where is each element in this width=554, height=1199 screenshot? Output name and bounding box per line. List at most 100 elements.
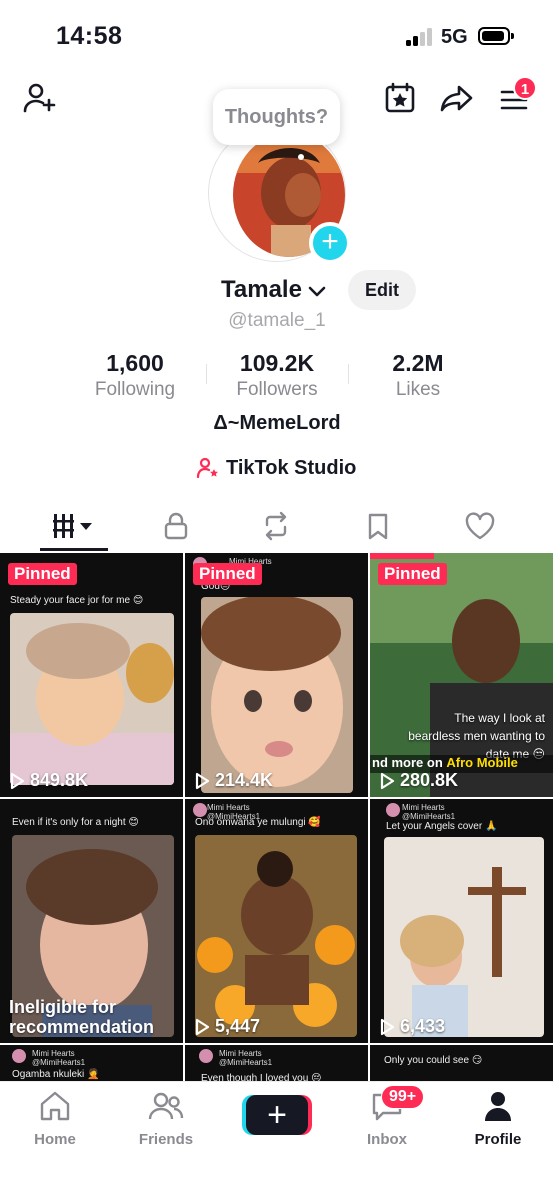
video-caption: Let your Angels cover 🙏	[386, 821, 498, 832]
followers-label: Followers	[236, 379, 318, 400]
view-count: 214.4K	[193, 770, 273, 791]
heart-icon	[465, 512, 495, 540]
video-caption: Ogamba nkuleki 🤦	[12, 1069, 100, 1080]
stat-followers[interactable]: 109.2K Followers	[222, 350, 332, 401]
battery-icon	[478, 27, 514, 45]
video-image	[195, 835, 357, 1037]
username: @tamale_1	[228, 310, 326, 331]
mini-username: Mimi Hearts @MimiHearts1	[219, 1049, 273, 1067]
bio: Δ~MemeLord	[213, 412, 341, 434]
video-caption: Ono omwana ye mulungi 🥰	[195, 817, 321, 828]
edit-profile-button[interactable]: Edit	[348, 270, 416, 310]
status-bar: 14:58 5G	[0, 0, 554, 72]
mini-avatar	[193, 803, 207, 817]
view-count-text: 849.8K	[30, 770, 89, 790]
stat-divider	[348, 364, 349, 384]
profile-icon	[485, 1092, 511, 1121]
pinned-badge: Pinned	[193, 563, 262, 585]
view-count: 280.8K	[378, 770, 458, 791]
display-name[interactable]: Tamale	[221, 276, 302, 304]
pinned-badge: Pinned	[378, 563, 447, 585]
view-count: 6,433	[378, 1016, 445, 1037]
video-thumbnail[interactable]: Pinned The way I look at beardless men w…	[370, 553, 553, 797]
thoughts-bubble[interactable]: Thoughts?	[213, 89, 340, 145]
mini-avatar	[386, 803, 400, 817]
repost-icon	[265, 511, 287, 541]
following-count: 1,600	[106, 350, 164, 376]
video-thumbnail[interactable]: Mimi Hearts God😔 Pinned 214.4K	[185, 553, 368, 797]
stat-divider	[206, 364, 207, 384]
view-count-text: 5,447	[215, 1016, 261, 1036]
play-icon	[380, 1018, 395, 1035]
profile-tabs	[0, 502, 554, 552]
nav-friends-label: Friends	[138, 1131, 194, 1148]
bottom-nav: Home Friends + Inbox 99+ Profile	[0, 1081, 554, 1199]
play-icon	[195, 1018, 210, 1035]
stat-likes[interactable]: 2.2M Likes	[372, 350, 464, 401]
overlay-line: The way I look at	[454, 711, 545, 725]
nav-friends[interactable]: Friends	[121, 1090, 211, 1148]
mini-avatar	[12, 1049, 26, 1063]
inbox-badge: 99+	[381, 1085, 425, 1109]
likes-count: 2.2M	[392, 350, 444, 376]
mini-username: Mimi Hearts @MimiHearts1	[402, 803, 456, 821]
chevron-down-icon[interactable]	[306, 281, 328, 301]
status-time: 14:58	[56, 22, 123, 50]
studio-icon	[196, 457, 218, 479]
ticker-text: nd more on	[372, 755, 447, 770]
video-image	[384, 837, 544, 1037]
video-thumbnail[interactable]: Mimi Hearts @MimiHearts1 Let your Angels …	[370, 799, 553, 1043]
create-button[interactable]: +	[246, 1095, 308, 1135]
studio-label: TikTok Studio	[226, 456, 357, 479]
menu-notification-badge: 1	[513, 76, 537, 100]
video-thumbnail[interactable]: Even if it's only for a night 😊 Ineligib…	[0, 799, 183, 1043]
followers-count: 109.2K	[239, 350, 315, 376]
mini-avatar	[199, 1049, 213, 1063]
play-icon	[10, 772, 25, 789]
play-icon	[380, 772, 395, 789]
view-count-text: 214.4K	[215, 770, 274, 790]
video-caption: Only you could see 😏	[384, 1055, 483, 1066]
nav-profile-label: Profile	[474, 1131, 522, 1148]
lock-icon	[164, 512, 188, 540]
view-count: 5,447	[193, 1016, 260, 1037]
video-caption: Steady your face jor for me 😊	[10, 595, 144, 606]
calendar-star-icon	[385, 82, 415, 113]
tab-reposts[interactable]	[236, 502, 316, 550]
stat-following[interactable]: 1,600 Following	[82, 350, 188, 401]
following-label: Following	[94, 379, 176, 400]
nav-home-label: Home	[34, 1131, 76, 1148]
tab-videos[interactable]	[34, 502, 114, 550]
video-caption: Even if it's only for a night 😊	[12, 817, 139, 828]
view-count-text: 280.8K	[400, 770, 459, 790]
nav-home[interactable]: Home	[10, 1090, 100, 1148]
add-story-button[interactable]: +	[309, 222, 351, 264]
tab-private[interactable]	[136, 502, 216, 550]
view-count-text: 6,433	[400, 1016, 446, 1036]
video-thumbnail[interactable]: Mimi Hearts @MimiHearts1 Ono omwana ye mu…	[185, 799, 368, 1043]
calendar-button[interactable]	[380, 78, 420, 118]
nav-profile[interactable]: Profile	[453, 1090, 543, 1148]
person-add-icon	[23, 83, 56, 113]
video-thumbnail[interactable]: Only you could see 😏	[370, 1045, 553, 1085]
likes-label: Likes	[395, 379, 441, 400]
video-thumbnail[interactable]: Mimi Hearts @MimiHearts1 Even though I lo…	[185, 1045, 368, 1085]
add-friend-button[interactable]	[20, 78, 60, 118]
video-thumbnail[interactable]: Steady your face jor for me 😊 Pinned 849…	[0, 553, 183, 797]
tab-saved[interactable]	[338, 502, 418, 550]
share-icon	[440, 85, 473, 112]
overlay-line: beardless men wanting to	[408, 729, 545, 743]
video-image	[201, 597, 353, 793]
ineligible-notice: Ineligible for recommendation	[9, 997, 155, 1037]
video-image	[10, 613, 174, 785]
play-icon	[195, 772, 210, 789]
tiktok-studio-link[interactable]: TikTok Studio	[196, 456, 356, 480]
friends-icon	[148, 1092, 184, 1120]
grid-icon	[53, 514, 92, 538]
video-thumbnail[interactable]: Mimi Hearts @MimiHearts1 Ogamba nkuleki 🤦	[0, 1045, 183, 1085]
share-button[interactable]	[437, 78, 477, 118]
nav-inbox-label: Inbox	[367, 1131, 407, 1148]
home-icon	[40, 1091, 70, 1121]
tab-liked[interactable]	[440, 502, 520, 550]
view-count: 849.8K	[8, 770, 88, 791]
